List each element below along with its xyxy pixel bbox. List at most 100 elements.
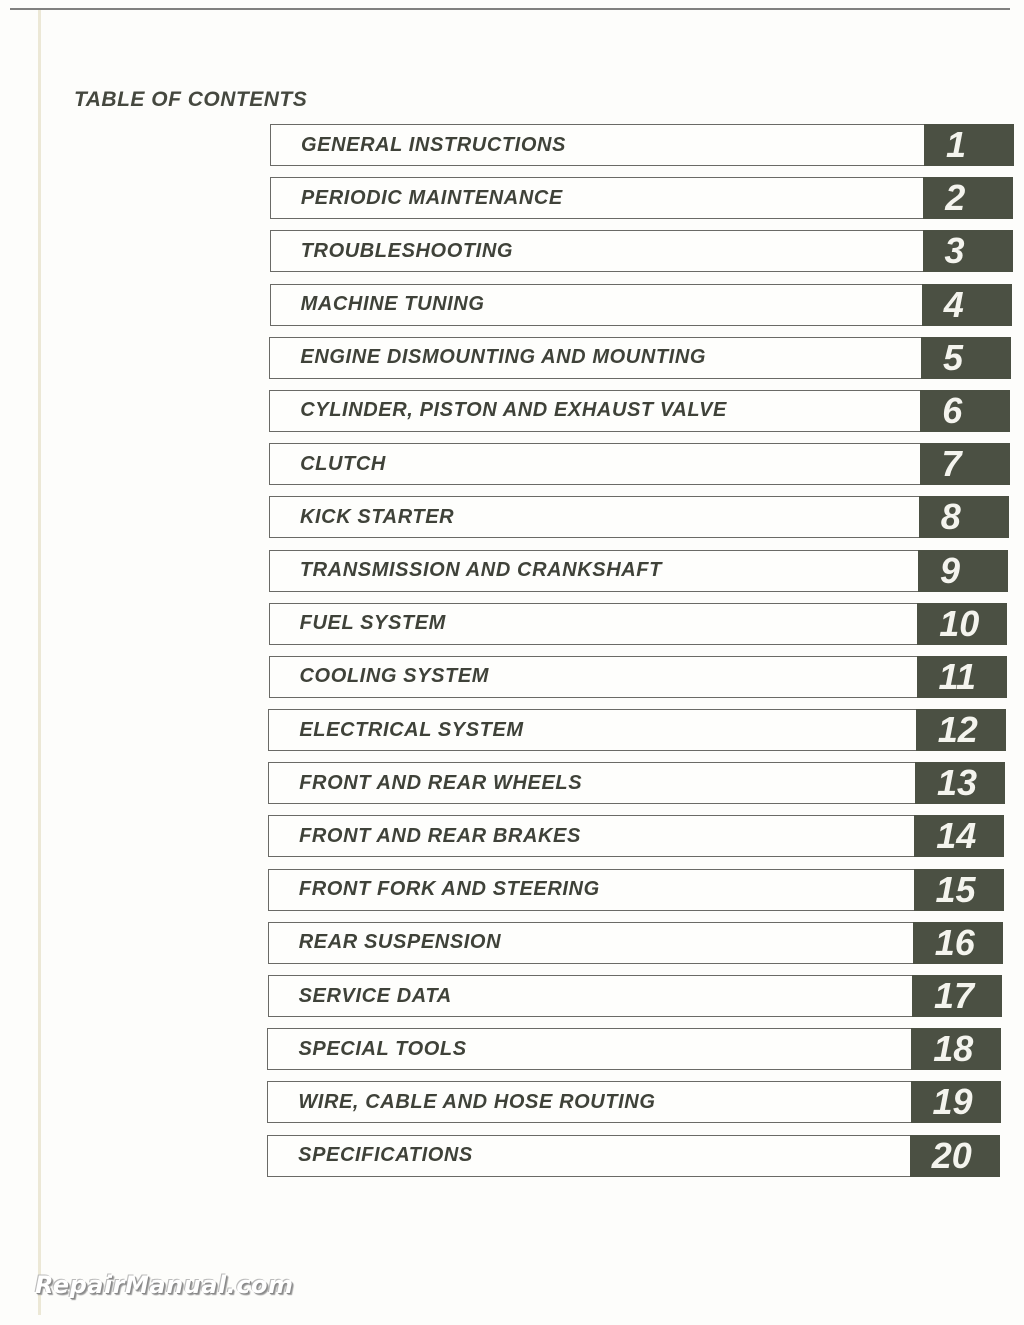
toc-entry[interactable]: KICK STARTER 8 (268, 496, 1009, 539)
toc-entry-label: KICK STARTER (299, 505, 455, 528)
section-tab[interactable]: 11 (916, 655, 1007, 698)
toc-entry-label-box[interactable]: COOLING SYSTEM (268, 655, 917, 698)
section-number: 13 (937, 762, 978, 804)
section-number: 16 (934, 921, 975, 963)
toc-entry-label: ELECTRICAL SYSTEM (299, 718, 524, 741)
section-number: 1 (946, 124, 967, 165)
toc-entry-label-box[interactable]: TROUBLESHOOTING (269, 230, 923, 273)
section-tab[interactable]: 13 (915, 762, 1005, 805)
section-tab[interactable]: 3 (922, 230, 1013, 273)
toc-entry[interactable]: SPECIAL TOOLS 18 (267, 1028, 1002, 1071)
section-number: 9 (940, 549, 961, 591)
section-tab[interactable]: 12 (915, 709, 1006, 752)
toc-entry-label: CYLINDER, PISTON AND EXHAUST VALVE (300, 399, 727, 422)
toc-entry-label: SERVICE DATA (298, 984, 452, 1007)
section-tab[interactable]: 18 (911, 1028, 1002, 1071)
toc-entry-label-box[interactable]: KICK STARTER (268, 496, 919, 539)
toc-entry[interactable]: FRONT FORK AND STEERING 15 (267, 868, 1004, 911)
toc-entry-label-box[interactable]: WIRE, CABLE AND HOSE ROUTING (267, 1081, 911, 1124)
toc-entry-label: SPECIAL TOOLS (298, 1037, 467, 1060)
section-number: 12 (937, 709, 978, 751)
page-binding-edge (38, 10, 41, 1315)
section-tab[interactable]: 14 (914, 815, 1005, 858)
toc-entry-label: TROUBLESHOOTING (300, 239, 514, 262)
section-tab[interactable]: 9 (918, 549, 1008, 592)
toc-entry-label: GENERAL INSTRUCTIONS (301, 133, 566, 156)
toc-entry-label: WIRE, CABLE AND HOSE ROUTING (298, 1090, 656, 1113)
section-tab[interactable]: 20 (909, 1134, 1000, 1177)
toc-entry-label: CLUTCH (300, 452, 386, 475)
section-tab[interactable]: 2 (923, 177, 1014, 220)
toc-entry-label-box[interactable]: GENERAL INSTRUCTIONS (270, 124, 924, 166)
section-number: 10 (939, 602, 980, 644)
toc-entry[interactable]: FUEL SYSTEM 10 (268, 602, 1008, 645)
section-tab[interactable]: 7 (919, 443, 1010, 486)
page-title: TABLE OF CONTENTS (74, 88, 308, 111)
section-tab[interactable]: 1 (924, 124, 1014, 166)
toc-entry-label-box[interactable]: PERIODIC MAINTENANCE (269, 177, 924, 220)
section-number: 15 (935, 868, 976, 910)
section-tab[interactable]: 6 (920, 389, 1011, 432)
toc-entry[interactable]: SERVICE DATA 17 (267, 975, 1002, 1017)
section-number: 4 (943, 283, 964, 325)
section-tab[interactable]: 4 (921, 283, 1012, 326)
toc-entry-label: COOLING SYSTEM (299, 665, 490, 688)
toc-entry[interactable]: FRONT AND REAR BRAKES 14 (268, 815, 1005, 858)
toc-entry[interactable]: WIRE, CABLE AND HOSE ROUTING 19 (267, 1081, 1001, 1124)
toc-entry-label-box[interactable]: CLUTCH (269, 443, 920, 486)
toc-entry[interactable]: PERIODIC MAINTENANCE 2 (269, 177, 1014, 220)
section-number: 14 (936, 815, 977, 857)
toc-entry-label-box[interactable]: ENGINE DISMOUNTING AND MOUNTING (269, 336, 921, 379)
section-tab[interactable]: 16 (912, 921, 1003, 964)
toc-entry[interactable]: ENGINE DISMOUNTING AND MOUNTING 5 (269, 336, 1011, 379)
toc-entry-label-box[interactable]: REAR SUSPENSION (267, 921, 913, 964)
section-number: 3 (944, 230, 965, 272)
toc-entry-label: FRONT AND REAR BRAKES (299, 824, 581, 847)
section-tab[interactable]: 5 (921, 336, 1011, 379)
toc-entry-label-box[interactable]: FRONT AND REAR BRAKES (268, 815, 915, 858)
section-number: 18 (933, 1028, 974, 1070)
section-number: 20 (931, 1134, 972, 1176)
section-number: 19 (932, 1081, 973, 1123)
toc-entry[interactable]: CLUTCH 7 (269, 443, 1010, 486)
section-number: 17 (934, 975, 975, 1016)
section-number: 7 (941, 443, 962, 485)
toc-entry[interactable]: REAR SUSPENSION 16 (267, 921, 1003, 964)
toc-entry[interactable]: FRONT AND REAR WHEELS 13 (268, 762, 1005, 805)
watermark: RepairManual.com (35, 1271, 294, 1299)
toc-entry-label: ENGINE DISMOUNTING AND MOUNTING (300, 346, 707, 369)
section-number: 6 (942, 389, 963, 431)
toc-entry-label: FRONT FORK AND STEERING (298, 878, 600, 901)
toc-entry-label-box[interactable]: SERVICE DATA (267, 975, 912, 1017)
toc-entry-label: FUEL SYSTEM (299, 612, 446, 635)
toc-entry-label-box[interactable]: SPECIAL TOOLS (267, 1028, 912, 1071)
table-of-contents: GENERAL INSTRUCTIONS 1 PERIODIC MAINTENANC… (267, 124, 1014, 1188)
section-tab[interactable]: 10 (917, 602, 1008, 645)
section-number: 2 (945, 177, 966, 219)
section-number: 11 (938, 655, 976, 697)
section-tab[interactable]: 15 (913, 868, 1004, 911)
toc-entry-label-box[interactable]: FUEL SYSTEM (268, 602, 918, 645)
section-tab[interactable]: 19 (910, 1081, 1001, 1124)
toc-entry[interactable]: MACHINE TUNING 4 (269, 283, 1012, 326)
toc-entry-label-box[interactable]: FRONT AND REAR WHEELS (268, 762, 915, 805)
section-number: 5 (943, 336, 964, 378)
toc-entry-label: REAR SUSPENSION (298, 931, 502, 954)
toc-entry-label: MACHINE TUNING (300, 293, 485, 316)
toc-entry[interactable]: SPECIFICATIONS 20 (267, 1134, 1000, 1177)
toc-entry[interactable]: CYLINDER, PISTON AND EXHAUST VALVE 6 (269, 389, 1011, 432)
toc-entry[interactable]: ELECTRICAL SYSTEM 12 (268, 709, 1006, 752)
toc-entry-label-box[interactable]: ELECTRICAL SYSTEM (268, 709, 916, 752)
toc-entry-label-box[interactable]: TRANSMISSION AND CRANKSHAFT (268, 549, 918, 592)
section-tab[interactable]: 17 (912, 975, 1002, 1017)
toc-entry-label-box[interactable]: FRONT FORK AND STEERING (267, 868, 914, 911)
toc-entry-label: SPECIFICATIONS (298, 1144, 473, 1167)
toc-entry[interactable]: GENERAL INSTRUCTIONS 1 (270, 124, 1014, 166)
toc-entry-label-box[interactable]: MACHINE TUNING (269, 283, 922, 326)
toc-entry-label-box[interactable]: CYLINDER, PISTON AND EXHAUST VALVE (269, 389, 921, 432)
toc-entry[interactable]: COOLING SYSTEM 11 (268, 655, 1007, 698)
toc-entry[interactable]: TROUBLESHOOTING 3 (269, 230, 1013, 273)
section-tab[interactable]: 8 (918, 496, 1009, 539)
toc-entry[interactable]: TRANSMISSION AND CRANKSHAFT 9 (268, 549, 1008, 592)
toc-entry-label-box[interactable]: SPECIFICATIONS (267, 1134, 910, 1177)
